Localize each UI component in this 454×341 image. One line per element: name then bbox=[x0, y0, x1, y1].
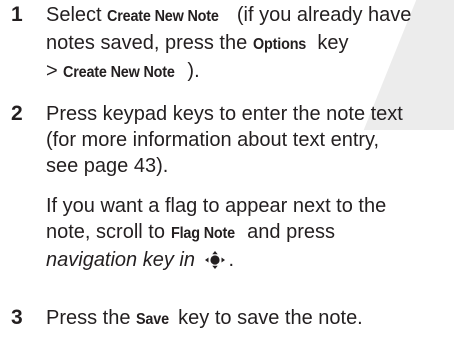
key-label-options: Options bbox=[252, 36, 306, 53]
step-text: Press keypad keys to enter the note text… bbox=[46, 101, 448, 276]
text-line: If you want a flag to appear next to the bbox=[46, 195, 387, 217]
text-line: Press keypad keys to enter the note text bbox=[46, 103, 403, 125]
step-number: 3 bbox=[11, 306, 23, 329]
text-segment: ). bbox=[187, 60, 200, 82]
step-text: Press the Save key to save the note. bbox=[46, 305, 448, 333]
text-segment: Press the bbox=[46, 307, 137, 329]
text-segment: note, scroll to bbox=[46, 221, 171, 243]
text-segment: and press bbox=[241, 221, 335, 243]
step-number: 1 bbox=[11, 3, 23, 26]
text-segment: key bbox=[311, 32, 349, 54]
text-segment: > bbox=[46, 60, 64, 82]
text-line: (for more information about text entry, bbox=[46, 129, 380, 151]
step-text: Select Create New Note (if you already h… bbox=[46, 2, 448, 86]
text-segment: (if you already have bbox=[231, 4, 412, 26]
text-segment: . bbox=[228, 249, 235, 271]
key-label-create-new-note: Create New Note bbox=[63, 64, 175, 81]
text-segment: notes saved, press the bbox=[46, 32, 253, 54]
key-label-flag-note: Flag Note bbox=[170, 225, 235, 242]
text-segment: Select bbox=[46, 4, 108, 26]
nav-center-key-icon bbox=[201, 250, 229, 276]
italic-text-navigation-key-in: navigation key in bbox=[46, 249, 195, 271]
text-segment: key to save the note. bbox=[172, 307, 363, 329]
key-label-save: Save bbox=[136, 311, 169, 328]
step-number: 2 bbox=[11, 102, 23, 125]
key-label-create-new-note: Create New Note bbox=[107, 8, 219, 25]
text-line: see page 43). bbox=[46, 155, 169, 177]
